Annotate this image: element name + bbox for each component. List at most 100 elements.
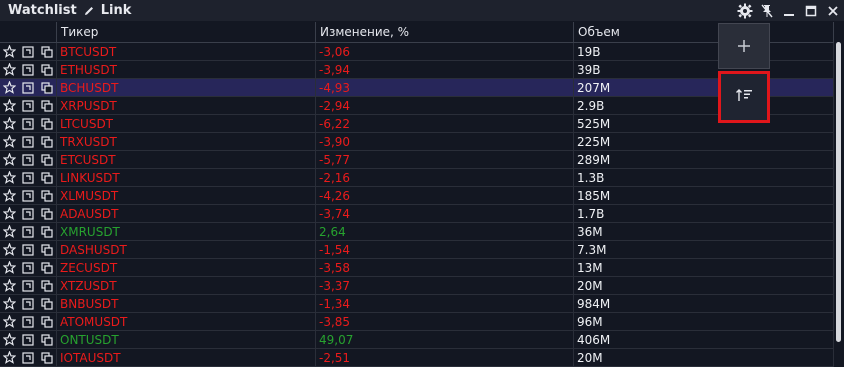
open-chart-icon[interactable] <box>19 223 38 240</box>
ticker-cell[interactable]: BTCUSDT <box>57 43 316 60</box>
copy-icon[interactable] <box>37 223 56 240</box>
star-icon[interactable] <box>0 223 19 240</box>
star-icon[interactable] <box>0 43 19 60</box>
star-icon[interactable] <box>0 115 19 132</box>
maximize-icon[interactable] <box>800 0 822 21</box>
table-row[interactable]: ATOMUSDT -3,85 96M <box>0 313 834 331</box>
copy-icon[interactable] <box>37 133 56 150</box>
header-change[interactable]: Изменение, % <box>316 22 574 42</box>
ticker-cell[interactable]: ATOMUSDT <box>57 313 316 330</box>
ticker-cell[interactable]: BCHUSDT <box>57 79 316 96</box>
ticker-cell[interactable]: DASHUSDT <box>57 241 316 258</box>
ticker-cell[interactable]: IOTAUSDT <box>57 349 316 366</box>
star-icon[interactable] <box>0 349 19 366</box>
copy-icon[interactable] <box>37 43 56 60</box>
ticker-cell[interactable]: XTZUSDT <box>57 277 316 294</box>
star-icon[interactable] <box>0 169 19 186</box>
open-chart-icon[interactable] <box>19 187 38 204</box>
copy-icon[interactable] <box>37 61 56 78</box>
open-chart-icon[interactable] <box>19 277 38 294</box>
copy-icon[interactable] <box>37 295 56 312</box>
copy-icon[interactable] <box>37 259 56 276</box>
ticker-cell[interactable]: ETCUSDT <box>57 151 316 168</box>
copy-icon[interactable] <box>37 331 56 348</box>
open-chart-icon[interactable] <box>19 79 38 96</box>
open-chart-icon[interactable] <box>19 151 38 168</box>
star-icon[interactable] <box>0 313 19 330</box>
copy-icon[interactable] <box>37 169 56 186</box>
open-chart-icon[interactable] <box>19 331 38 348</box>
star-icon[interactable] <box>0 295 19 312</box>
star-icon[interactable] <box>0 259 19 276</box>
copy-icon[interactable] <box>37 115 56 132</box>
copy-icon[interactable] <box>37 79 56 96</box>
pencil-icon[interactable] <box>83 5 95 17</box>
star-icon[interactable] <box>0 133 19 150</box>
star-icon[interactable] <box>0 205 19 222</box>
table-row[interactable]: ZECUSDT -3,58 13M <box>0 259 834 277</box>
ticker-cell[interactable]: LTCUSDT <box>57 115 316 132</box>
table-row[interactable]: XTZUSDT -3,37 20M <box>0 277 834 295</box>
copy-icon[interactable] <box>37 313 56 330</box>
open-chart-icon[interactable] <box>19 241 38 258</box>
ticker-cell[interactable]: LINKUSDT <box>57 169 316 186</box>
copy-icon[interactable] <box>37 187 56 204</box>
table-row[interactable]: XRPUSDT -2,94 2.9B <box>0 97 834 115</box>
copy-icon[interactable] <box>37 97 56 114</box>
vertical-scrollbar[interactable] <box>834 22 844 357</box>
add-symbol-button[interactable] <box>718 23 770 69</box>
copy-icon[interactable] <box>37 241 56 258</box>
watchlist-name[interactable]: Link <box>101 3 132 18</box>
star-icon[interactable] <box>0 61 19 78</box>
star-icon[interactable] <box>0 187 19 204</box>
open-chart-icon[interactable] <box>19 349 38 366</box>
ticker-cell[interactable]: XLMUSDT <box>57 187 316 204</box>
ticker-cell[interactable]: ZECUSDT <box>57 259 316 276</box>
open-chart-icon[interactable] <box>19 295 38 312</box>
table-row[interactable]: DASHUSDT -1,54 7.3M <box>0 241 834 259</box>
close-icon[interactable] <box>822 0 844 21</box>
table-row[interactable]: LINKUSDT -2,16 1.3B <box>0 169 834 187</box>
table-row[interactable]: ETCUSDT -5,77 289M <box>0 151 834 169</box>
table-row[interactable]: LTCUSDT -6,22 525M <box>0 115 834 133</box>
open-chart-icon[interactable] <box>19 43 38 60</box>
table-row[interactable]: BCHUSDT -4,93 207M <box>0 79 834 97</box>
table-row[interactable]: ONTUSDT 49,07 406M <box>0 331 834 349</box>
open-chart-icon[interactable] <box>19 115 38 132</box>
open-chart-icon[interactable] <box>19 259 38 276</box>
copy-icon[interactable] <box>37 205 56 222</box>
ticker-cell[interactable]: ETHUSDT <box>57 61 316 78</box>
open-chart-icon[interactable] <box>19 169 38 186</box>
gear-icon[interactable] <box>734 0 756 21</box>
table-row[interactable]: TRXUSDT -3,90 225M <box>0 133 834 151</box>
open-chart-icon[interactable] <box>19 97 38 114</box>
open-chart-icon[interactable] <box>19 205 38 222</box>
open-chart-icon[interactable] <box>19 313 38 330</box>
open-chart-icon[interactable] <box>19 133 38 150</box>
ticker-cell[interactable]: ONTUSDT <box>57 331 316 348</box>
ticker-cell[interactable]: BNBUSDT <box>57 295 316 312</box>
header-volume[interactable]: Объем <box>574 22 834 42</box>
header-ticker[interactable]: Тикер <box>57 22 316 42</box>
open-chart-icon[interactable] <box>19 61 38 78</box>
copy-icon[interactable] <box>37 151 56 168</box>
ticker-cell[interactable]: XRPUSDT <box>57 97 316 114</box>
copy-icon[interactable] <box>37 349 56 366</box>
table-row[interactable]: BNBUSDT -1,34 984M <box>0 295 834 313</box>
unpin-icon[interactable] <box>756 0 778 21</box>
star-icon[interactable] <box>0 277 19 294</box>
table-row[interactable]: ETHUSDT -3,94 39B <box>0 61 834 79</box>
star-icon[interactable] <box>0 79 19 96</box>
table-row[interactable]: ADAUSDT -3,74 1.7B <box>0 205 834 223</box>
ticker-cell[interactable]: XMRUSDT <box>57 223 316 240</box>
star-icon[interactable] <box>0 97 19 114</box>
ticker-cell[interactable]: ADAUSDT <box>57 205 316 222</box>
star-icon[interactable] <box>0 151 19 168</box>
star-icon[interactable] <box>0 241 19 258</box>
table-row[interactable]: XLMUSDT -4,26 185M <box>0 187 834 205</box>
minimize-icon[interactable] <box>778 0 800 21</box>
scrollbar-thumb[interactable] <box>836 42 841 342</box>
table-row[interactable]: IOTAUSDT -2,51 20M <box>0 349 834 367</box>
table-row[interactable]: BTCUSDT -3,06 19B <box>0 43 834 61</box>
ticker-cell[interactable]: TRXUSDT <box>57 133 316 150</box>
